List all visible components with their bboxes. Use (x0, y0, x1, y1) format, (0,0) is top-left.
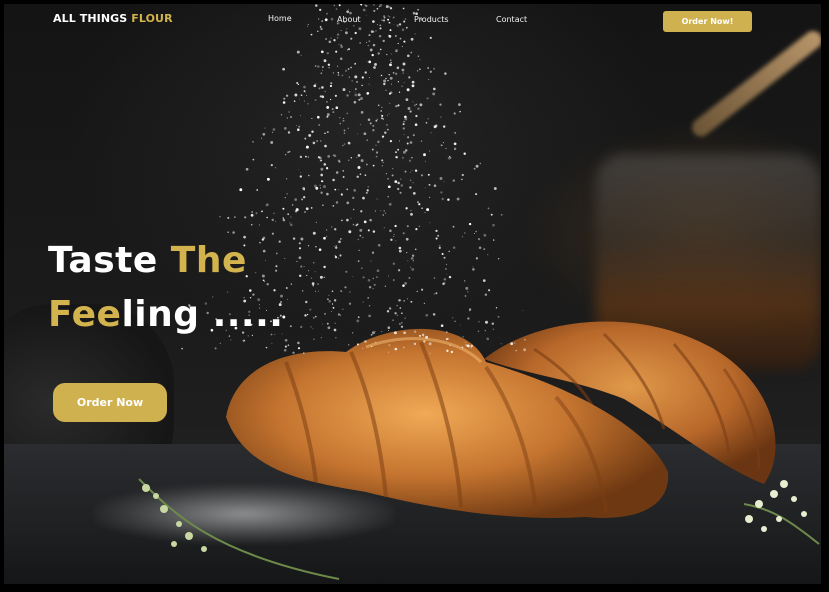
hero-heading-line2: Feeling ..... (48, 297, 283, 333)
nav-home[interactable]: Home (268, 14, 292, 23)
brand-logo[interactable]: ALL THINGS FLOUR (53, 12, 173, 25)
herb-sprig-left (134, 474, 344, 584)
hero-line2-gold: Fee (48, 294, 122, 335)
herb-sprig-right (734, 474, 821, 558)
order-now-hero-button[interactable]: Order Now (53, 383, 167, 422)
logo-text-gold: FLOUR (131, 12, 173, 25)
nav-about[interactable]: About (337, 15, 361, 24)
order-now-top-button[interactable]: Order Now! (663, 11, 752, 32)
hero-line1-white: Taste (48, 240, 171, 281)
logo-text-white: ALL THINGS (53, 12, 132, 25)
nav-products[interactable]: Products (414, 15, 449, 24)
hero-line1-gold: The (170, 240, 247, 281)
honey-dipper-image (688, 27, 821, 141)
nav-contact[interactable]: Contact (496, 15, 527, 24)
hero-heading-line1: Taste The (48, 243, 247, 279)
hero-line2-white: ling ..... (121, 294, 284, 335)
